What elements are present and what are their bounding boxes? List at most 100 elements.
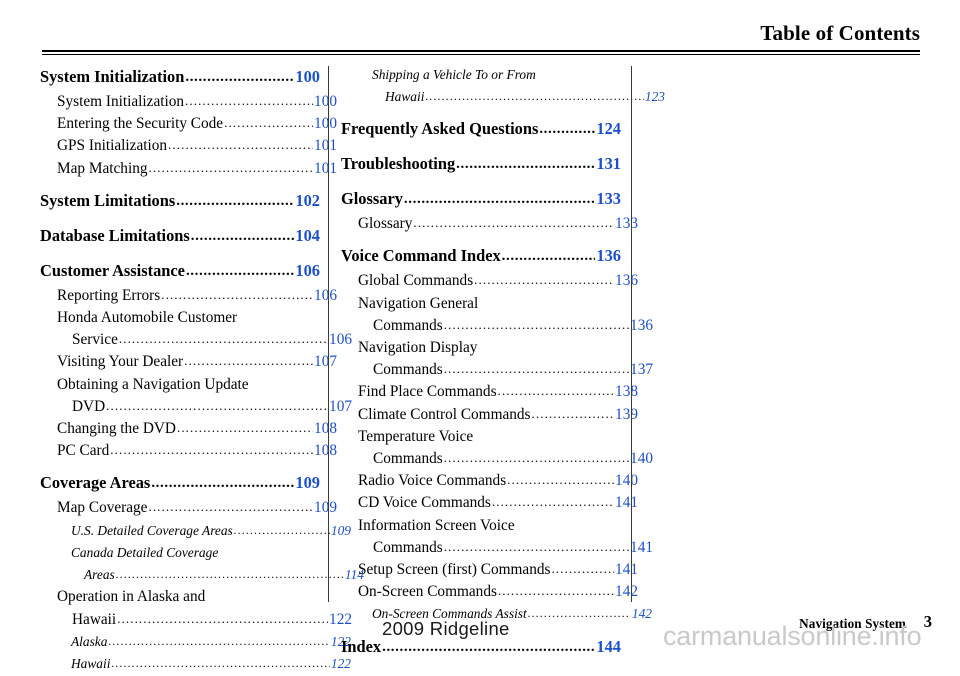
toc-entry[interactable]: System Initialization...................… [40, 64, 320, 91]
toc-entry[interactable]: Voice Command Index.....................… [341, 243, 621, 270]
toc-entry[interactable]: Climate Control Commands................… [341, 404, 638, 426]
toc-entry[interactable]: Service.................................… [40, 329, 352, 351]
toc-entry[interactable]: Areas...................................… [40, 564, 364, 587]
toc-leader-dots: ........................................… [185, 69, 295, 85]
toc-entry[interactable]: Navigation Display......................… [341, 337, 638, 359]
toc-leader-dots: ........................................… [497, 383, 615, 399]
toc-leader-dots: ........................................… [456, 156, 596, 173]
toc-entry-page-number: 142 [615, 583, 638, 601]
toc-entry-label: Hawaii [71, 656, 111, 672]
toc-entry-label: Customer Assistance [40, 260, 185, 280]
toc-entry-page-number: 109 [314, 499, 337, 517]
toc-entry-page-number: 106 [295, 260, 320, 280]
toc-entry-label: U.S. Detailed Coverage Areas [71, 522, 233, 538]
toc-entry[interactable]: Hawaii..................................… [40, 653, 351, 676]
toc-entry-page-number: 136 [596, 246, 621, 266]
toc-entry-label: Commands [373, 450, 443, 468]
toc-entry-page-number: 108 [314, 420, 337, 438]
toc-entry[interactable]: Glossary................................… [341, 213, 638, 235]
footer-page-number: 3 [923, 612, 932, 631]
toc-entry[interactable]: Commands................................… [341, 537, 653, 559]
toc-entry[interactable]: Customer Assistance.....................… [40, 258, 320, 285]
toc-entry[interactable]: Canada Detailed Coverage................… [40, 542, 351, 564]
column-divider-right [631, 66, 632, 602]
toc-entry[interactable]: Troubleshooting.........................… [341, 151, 621, 178]
toc-entry[interactable]: Information Screen Voice................… [341, 515, 638, 537]
toc-leader-dots: ........................................… [443, 316, 629, 332]
toc-entry[interactable]: System Initialization...................… [40, 91, 337, 113]
toc-entry-label: CD Voice Commands [358, 494, 491, 512]
toc-leader-dots: ........................................… [106, 397, 329, 413]
toc-entry[interactable]: Setup Screen (first) Commands...........… [341, 559, 638, 581]
toc-entry[interactable]: CD Voice Commands.......................… [341, 492, 638, 514]
toc-entry-label: System Initialization [40, 67, 185, 86]
toc-entry[interactable]: Commands................................… [341, 448, 653, 470]
toc-leader-dots: ........................................… [443, 450, 629, 466]
toc-entry[interactable]: System Limitations......................… [40, 188, 320, 215]
toc-leader-dots: ........................................… [224, 115, 313, 131]
toc-entry[interactable]: Commands................................… [341, 359, 653, 381]
toc-entry[interactable]: Temperature Voice.......................… [341, 426, 638, 448]
toc-entry[interactable]: Reporting Errors........................… [40, 285, 337, 307]
toc-entry[interactable]: Coverage Areas..........................… [40, 470, 320, 497]
toc-leader-dots: ........................................… [168, 137, 313, 153]
toc-entry[interactable]: U.S. Detailed Coverage Areas............… [40, 520, 351, 543]
toc-entry[interactable]: Global Commands.........................… [341, 270, 638, 292]
toc-entry[interactable]: Map Matching............................… [40, 158, 337, 180]
toc-entry[interactable]: Honda Automobile Customer...............… [40, 307, 337, 329]
toc-entry[interactable]: Frequently Asked Questions..............… [341, 116, 621, 143]
toc-entry-label: Global Commands [358, 272, 474, 290]
toc-entry-page-number: 131 [596, 154, 621, 174]
toc-entry-page-number: 101 [314, 137, 337, 155]
toc-entry[interactable]: Radio Voice Commands....................… [341, 470, 638, 492]
page-footer: 2009 Ridgeline Navigation System 3 [0, 604, 960, 655]
toc-leader-dots: ........................................… [501, 248, 596, 265]
toc-entry-label: Canada Detailed Coverage [71, 545, 219, 561]
header-rule-thin [42, 53, 920, 55]
toc-entry[interactable]: Navigation General......................… [341, 293, 638, 315]
toc-entry-label: Temperature Voice [358, 427, 474, 445]
toc-entry[interactable]: On-Screen Commands......................… [341, 581, 638, 603]
toc-entry[interactable]: DVD.....................................… [40, 396, 352, 418]
toc-entry-page-number: 133 [615, 215, 638, 233]
toc-leader-dots: ........................................… [413, 215, 614, 231]
toc-entry[interactable]: Changing the DVD........................… [40, 418, 337, 440]
toc-leader-dots: ........................................… [151, 475, 294, 492]
toc-entry-label: Entering the Security Code [57, 115, 224, 133]
toc-entry-page-number: 133 [596, 189, 621, 209]
toc-entry[interactable]: Visiting Your Dealer....................… [40, 351, 337, 373]
toc-leader-dots: ........................................… [185, 93, 314, 108]
toc-entry-label: PC Card [57, 442, 110, 460]
toc-entry-page-number: 141 [630, 538, 653, 556]
toc-entry[interactable]: Commands................................… [341, 315, 653, 337]
page-header: Table of Contents [42, 20, 920, 60]
toc-entry[interactable]: Glossary................................… [341, 186, 621, 213]
toc-entry[interactable]: PC Card.................................… [40, 440, 337, 462]
toc-entry-page-number: 107 [314, 353, 337, 371]
toc-entry-page-number: 138 [615, 383, 638, 401]
toc-leader-dots: ........................................… [176, 420, 313, 436]
toc-leader-dots: ........................................… [115, 566, 344, 581]
toc-entry-label: Map Matching [57, 159, 148, 177]
toc-leader-dots: ........................................… [148, 499, 314, 515]
header-rule-thick [42, 50, 920, 53]
toc-entry[interactable]: Obtaining a Navigation Update...........… [40, 374, 337, 396]
toc-entry-label: Troubleshooting [341, 154, 456, 174]
toc-entry[interactable]: Hawaii..................................… [341, 86, 665, 109]
toc-entry-page-number: 123 [644, 88, 665, 104]
toc-entry[interactable]: Find Place Commands.....................… [341, 381, 638, 403]
toc-entry-page-number: 104 [295, 225, 320, 245]
toc-leader-dots: ........................................… [185, 262, 295, 279]
toc-entry[interactable]: Entering the Security Code..............… [40, 113, 337, 135]
toc-entry[interactable]: Map Coverage............................… [40, 497, 337, 519]
toc-entry-label: GPS Initialization [57, 137, 168, 155]
toc-leader-dots: ........................................… [491, 494, 614, 510]
toc-entry-page-number: 106 [314, 286, 337, 304]
toc-entry[interactable]: Shipping a Vehicle To or From...........… [341, 64, 652, 86]
toc-entry-label: Commands [373, 538, 443, 556]
toc-entry[interactable]: GPS Initialization......................… [40, 135, 337, 157]
toc-leader-dots: ........................................… [176, 192, 294, 209]
toc-entry-label: Areas [84, 566, 115, 582]
toc-column-right: Shipping a Vehicle To or From...........… [341, 64, 665, 656]
toc-entry[interactable]: Database Limitations....................… [40, 223, 320, 250]
